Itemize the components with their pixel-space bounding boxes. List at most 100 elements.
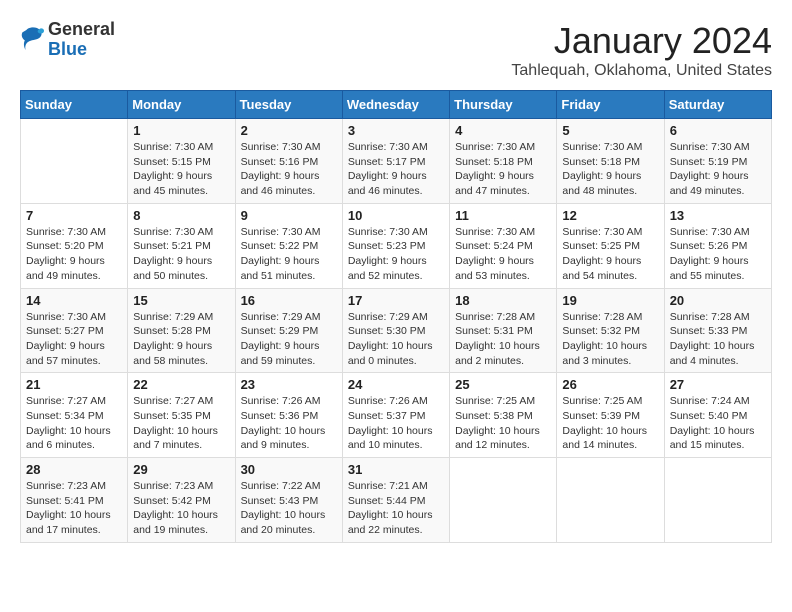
day-number: 12 [562,208,658,223]
logo-text: General Blue [48,20,115,60]
calendar-cell: 30 Sunrise: 7:22 AMSunset: 5:43 PMDayligh… [235,458,342,543]
day-number: 6 [670,123,766,138]
calendar-table: SundayMondayTuesdayWednesdayThursdayFrid… [20,90,772,543]
calendar-cell: 24 Sunrise: 7:26 AMSunset: 5:37 PMDayligh… [342,373,449,458]
day-number: 14 [26,293,122,308]
day-number: 18 [455,293,551,308]
day-info: Sunrise: 7:21 AMSunset: 5:44 PMDaylight:… [348,479,444,538]
calendar-cell: 10 Sunrise: 7:30 AMSunset: 5:23 PMDayligh… [342,203,449,288]
day-number: 1 [133,123,229,138]
day-info: Sunrise: 7:30 AMSunset: 5:15 PMDaylight:… [133,140,229,199]
calendar-week-4: 21Sunrise: 7:27 AMSunset: 5:34 PMDayligh… [21,373,772,458]
calendar-cell: 8 Sunrise: 7:30 AMSunset: 5:21 PMDaylight… [128,203,235,288]
header-day-wednesday: Wednesday [342,91,449,119]
day-info: Sunrise: 7:22 AMSunset: 5:43 PMDaylight:… [241,479,337,538]
calendar-body: 1 Sunrise: 7:30 AMSunset: 5:15 PMDaylight… [21,119,772,543]
calendar-cell: 6 Sunrise: 7:30 AMSunset: 5:19 PMDaylight… [664,119,771,204]
day-number: 10 [348,208,444,223]
day-number: 21 [26,377,122,392]
calendar-cell: 1 Sunrise: 7:30 AMSunset: 5:15 PMDaylight… [128,119,235,204]
day-number: 20 [670,293,766,308]
day-info: Sunrise: 7:30 AMSunset: 5:26 PMDaylight:… [670,225,766,284]
calendar-cell: 16 Sunrise: 7:29 AMSunset: 5:29 PMDayligh… [235,288,342,373]
day-number: 9 [241,208,337,223]
calendar-cell: 2 Sunrise: 7:30 AMSunset: 5:16 PMDaylight… [235,119,342,204]
day-info: Sunrise: 7:30 AMSunset: 5:22 PMDaylight:… [241,225,337,284]
location-title: Tahlequah, Oklahoma, United States [511,62,772,80]
day-info: Sunrise: 7:26 AMSunset: 5:36 PMDaylight:… [241,394,337,453]
day-info: Sunrise: 7:30 AMSunset: 5:27 PMDaylight:… [26,310,122,369]
day-number: 23 [241,377,337,392]
calendar-header: SundayMondayTuesdayWednesdayThursdayFrid… [21,91,772,119]
day-info: Sunrise: 7:28 AMSunset: 5:32 PMDaylight:… [562,310,658,369]
calendar-cell: 19 Sunrise: 7:28 AMSunset: 5:32 PMDayligh… [557,288,664,373]
day-number: 24 [348,377,444,392]
page-header: General Blue January 2024 Tahlequah, Okl… [20,20,772,80]
logo-bird-icon [20,26,44,54]
day-number: 11 [455,208,551,223]
calendar-week-5: 28 Sunrise: 7:23 AMSunset: 5:41 PMDayligh… [21,458,772,543]
header-day-monday: Monday [128,91,235,119]
calendar-cell [21,119,128,204]
day-number: 29 [133,462,229,477]
title-section: January 2024 Tahlequah, Oklahoma, United… [511,20,772,80]
calendar-cell: 14 Sunrise: 7:30 AMSunset: 5:27 PMDayligh… [21,288,128,373]
calendar-cell: 23 Sunrise: 7:26 AMSunset: 5:36 PMDayligh… [235,373,342,458]
calendar-cell: 5 Sunrise: 7:30 AMSunset: 5:18 PMDaylight… [557,119,664,204]
calendar-cell [664,458,771,543]
day-number: 7 [26,208,122,223]
day-info: Sunrise: 7:28 AMSunset: 5:31 PMDaylight:… [455,310,551,369]
header-row: SundayMondayTuesdayWednesdayThursdayFrid… [21,91,772,119]
calendar-week-2: 7 Sunrise: 7:30 AMSunset: 5:20 PMDaylight… [21,203,772,288]
calendar-cell: 27Sunrise: 7:24 AMSunset: 5:40 PMDayligh… [664,373,771,458]
calendar-cell: 25 Sunrise: 7:25 AMSunset: 5:38 PMDayligh… [450,373,557,458]
calendar-cell: 28 Sunrise: 7:23 AMSunset: 5:41 PMDayligh… [21,458,128,543]
day-number: 17 [348,293,444,308]
calendar-cell: 31 Sunrise: 7:21 AMSunset: 5:44 PMDayligh… [342,458,449,543]
day-info: Sunrise: 7:25 AMSunset: 5:39 PMDaylight:… [562,394,658,453]
calendar-cell [557,458,664,543]
calendar-cell: 12 Sunrise: 7:30 AMSunset: 5:25 PMDayligh… [557,203,664,288]
header-day-tuesday: Tuesday [235,91,342,119]
day-info: Sunrise: 7:29 AMSunset: 5:29 PMDaylight:… [241,310,337,369]
calendar-cell: 21Sunrise: 7:27 AMSunset: 5:34 PMDayligh… [21,373,128,458]
day-info: Sunrise: 7:30 AMSunset: 5:25 PMDaylight:… [562,225,658,284]
calendar-cell: 9 Sunrise: 7:30 AMSunset: 5:22 PMDaylight… [235,203,342,288]
day-info: Sunrise: 7:29 AMSunset: 5:30 PMDaylight:… [348,310,444,369]
day-info: Sunrise: 7:27 AMSunset: 5:35 PMDaylight:… [133,394,229,453]
day-info: Sunrise: 7:25 AMSunset: 5:38 PMDaylight:… [455,394,551,453]
day-number: 26 [562,377,658,392]
header-day-thursday: Thursday [450,91,557,119]
calendar-cell: 15Sunrise: 7:29 AMSunset: 5:28 PMDayligh… [128,288,235,373]
header-day-friday: Friday [557,91,664,119]
day-info: Sunrise: 7:23 AMSunset: 5:41 PMDaylight:… [26,479,122,538]
day-info: Sunrise: 7:30 AMSunset: 5:23 PMDaylight:… [348,225,444,284]
day-number: 28 [26,462,122,477]
day-number: 25 [455,377,551,392]
day-info: Sunrise: 7:30 AMSunset: 5:20 PMDaylight:… [26,225,122,284]
day-info: Sunrise: 7:23 AMSunset: 5:42 PMDaylight:… [133,479,229,538]
day-number: 5 [562,123,658,138]
day-number: 2 [241,123,337,138]
day-info: Sunrise: 7:30 AMSunset: 5:21 PMDaylight:… [133,225,229,284]
day-number: 8 [133,208,229,223]
calendar-cell: 13 Sunrise: 7:30 AMSunset: 5:26 PMDayligh… [664,203,771,288]
calendar-cell: 17 Sunrise: 7:29 AMSunset: 5:30 PMDayligh… [342,288,449,373]
day-info: Sunrise: 7:30 AMSunset: 5:19 PMDaylight:… [670,140,766,199]
day-number: 13 [670,208,766,223]
day-info: Sunrise: 7:30 AMSunset: 5:18 PMDaylight:… [455,140,551,199]
day-info: Sunrise: 7:30 AMSunset: 5:18 PMDaylight:… [562,140,658,199]
day-number: 19 [562,293,658,308]
calendar-week-3: 14 Sunrise: 7:30 AMSunset: 5:27 PMDayligh… [21,288,772,373]
day-info: Sunrise: 7:24 AMSunset: 5:40 PMDaylight:… [670,394,766,453]
day-number: 16 [241,293,337,308]
calendar-cell: 26 Sunrise: 7:25 AMSunset: 5:39 PMDayligh… [557,373,664,458]
day-number: 15 [133,293,229,308]
day-number: 31 [348,462,444,477]
calendar-cell: 22Sunrise: 7:27 AMSunset: 5:35 PMDayligh… [128,373,235,458]
calendar-week-1: 1 Sunrise: 7:30 AMSunset: 5:15 PMDaylight… [21,119,772,204]
day-number: 30 [241,462,337,477]
day-info: Sunrise: 7:30 AMSunset: 5:16 PMDaylight:… [241,140,337,199]
calendar-cell: 18 Sunrise: 7:28 AMSunset: 5:31 PMDayligh… [450,288,557,373]
day-info: Sunrise: 7:26 AMSunset: 5:37 PMDaylight:… [348,394,444,453]
